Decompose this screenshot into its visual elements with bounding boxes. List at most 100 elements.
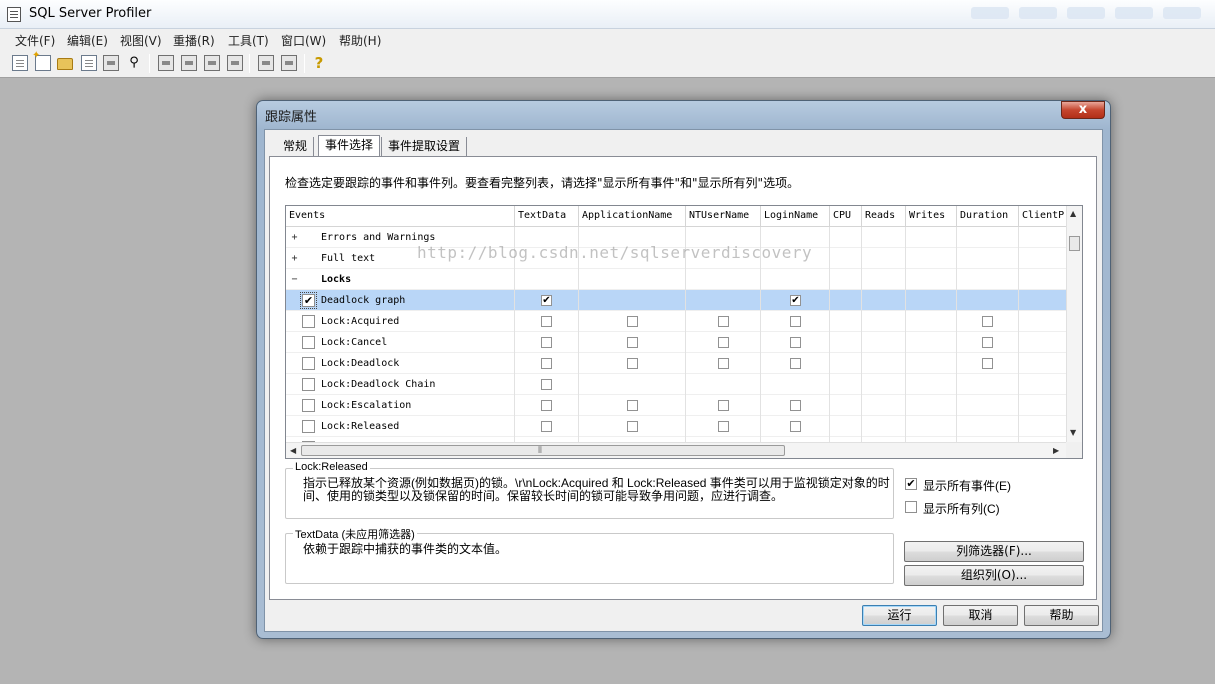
performance-monitor-icon[interactable] <box>281 55 297 71</box>
expand-icon[interactable]: + <box>290 233 299 243</box>
column-header[interactable]: Reads <box>862 206 906 226</box>
column-header[interactable]: CPU <box>830 206 862 226</box>
clear-window-icon[interactable] <box>227 55 243 71</box>
menu-help[interactable]: 帮助(H) <box>339 32 381 49</box>
event-category-row[interactable]: − Locks <box>286 269 1067 290</box>
event-checkbox[interactable] <box>302 357 315 370</box>
save-icon[interactable] <box>81 55 97 71</box>
tab-events-extraction[interactable]: 事件提取设置 <box>381 137 468 157</box>
activity-monitor-icon[interactable] <box>258 55 274 71</box>
column-checkbox[interactable]: ✔ <box>790 295 801 306</box>
column-checkbox[interactable] <box>627 337 638 348</box>
column-checkbox[interactable] <box>982 337 993 348</box>
column-checkbox[interactable]: ✔ <box>541 295 552 306</box>
column-checkbox[interactable] <box>718 421 729 432</box>
column-header[interactable]: LoginName <box>761 206 830 226</box>
column-checkbox[interactable] <box>541 358 552 369</box>
cancel-button[interactable]: 取消 <box>943 605 1018 626</box>
open-folder-icon[interactable] <box>57 58 73 70</box>
scroll-left-icon[interactable]: ◀ <box>290 446 296 455</box>
scroll-right-icon[interactable]: ▶ <box>1053 446 1059 455</box>
horizontal-scroll-thumb[interactable]: ⦀ <box>301 445 785 456</box>
show-all-columns-box[interactable] <box>905 501 917 513</box>
pause-trace-icon[interactable] <box>181 55 197 71</box>
column-checkbox[interactable] <box>790 421 801 432</box>
event-checkbox[interactable] <box>302 378 315 391</box>
column-checkbox[interactable] <box>790 400 801 411</box>
show-all-events-label[interactable]: 显示所有事件(E) <box>923 477 1011 494</box>
column-checkbox[interactable] <box>627 421 638 432</box>
menu-tools[interactable]: 工具(T) <box>228 32 269 49</box>
column-header[interactable]: Writes <box>906 206 957 226</box>
event-checkbox[interactable] <box>302 315 315 328</box>
vertical-scrollbar[interactable]: ▲ ▼ <box>1066 206 1082 443</box>
event-row[interactable]: Lock:Cancel <box>286 332 1067 353</box>
event-label: Lock:Released <box>321 421 400 432</box>
event-checkbox[interactable] <box>302 420 315 433</box>
column-checkbox[interactable] <box>541 421 552 432</box>
show-all-events-box[interactable]: ✔ <box>905 478 917 490</box>
column-checkbox[interactable] <box>718 400 729 411</box>
column-checkbox[interactable] <box>718 358 729 369</box>
event-row[interactable]: Lock:Escalation <box>286 395 1067 416</box>
event-checkbox[interactable] <box>302 399 315 412</box>
properties-icon[interactable] <box>103 55 119 71</box>
menu-view[interactable]: 视图(V) <box>120 32 162 49</box>
show-all-columns-label[interactable]: 显示所有列(C) <box>923 500 1000 517</box>
column-header[interactable]: Events <box>286 206 515 226</box>
run-trace-icon[interactable] <box>158 55 174 71</box>
tab-events-selection[interactable]: 事件选择 <box>318 135 381 157</box>
column-checkbox[interactable] <box>541 379 552 390</box>
event-category-row[interactable]: + Full text <box>286 248 1067 269</box>
column-checkbox[interactable] <box>627 358 638 369</box>
run-button[interactable]: 运行 <box>862 605 937 626</box>
event-row[interactable]: Lock:Released <box>286 416 1067 437</box>
menu-window[interactable]: 窗口(W) <box>281 32 326 49</box>
column-checkbox[interactable] <box>541 400 552 411</box>
column-header[interactable]: ApplicationName <box>579 206 686 226</box>
column-checkbox[interactable] <box>982 316 993 327</box>
event-row[interactable]: Lock:Acquired <box>286 311 1067 332</box>
scroll-up-icon[interactable]: ▲ <box>1070 209 1076 218</box>
event-checkbox[interactable] <box>302 336 315 349</box>
organize-columns-button[interactable]: 组织列(O)... <box>904 565 1084 586</box>
event-row[interactable]: Lock:Deadlock Chain <box>286 374 1067 395</box>
column-description-line: 依赖于跟踪中捕获的事件类的文本值。 <box>303 542 508 556</box>
new-template-icon[interactable] <box>32 50 51 71</box>
menu-file[interactable]: 文件(F) <box>15 32 55 49</box>
column-checkbox[interactable] <box>790 358 801 369</box>
column-checkbox[interactable] <box>718 316 729 327</box>
column-header[interactable]: TextData <box>515 206 579 226</box>
find-binoculars-icon[interactable]: ⚲ <box>126 55 142 71</box>
stop-trace-icon[interactable] <box>204 55 220 71</box>
column-filter-button[interactable]: 列筛选器(F)... <box>904 541 1084 562</box>
scroll-down-icon[interactable]: ▼ <box>1070 428 1076 437</box>
column-checkbox[interactable] <box>627 316 638 327</box>
event-checkbox[interactable]: ✔ <box>300 292 317 309</box>
help-button[interactable]: 帮助 <box>1024 605 1099 626</box>
column-checkbox[interactable] <box>718 337 729 348</box>
menu-edit[interactable]: 编辑(E) <box>67 32 108 49</box>
column-checkbox[interactable] <box>790 337 801 348</box>
column-header[interactable]: NTUserName <box>686 206 761 226</box>
expand-icon[interactable]: + <box>290 254 299 264</box>
tab-general[interactable]: 常规 <box>277 137 315 157</box>
event-row[interactable]: Lock:Deadlock <box>286 353 1067 374</box>
column-checkbox[interactable] <box>627 400 638 411</box>
help-icon[interactable]: ? <box>311 55 327 71</box>
menu-replay[interactable]: 重播(R) <box>173 32 215 49</box>
column-header[interactable]: Duration <box>957 206 1019 226</box>
collapse-icon[interactable]: − <box>290 275 299 285</box>
close-icon[interactable]: x <box>1061 101 1105 119</box>
column-checkbox[interactable] <box>982 358 993 369</box>
event-description-line: 间、使用的锁类型以及锁保留的时间。保留较长时间的锁可能导致争用问题，应进行调查。 <box>303 489 784 503</box>
vertical-scroll-thumb[interactable] <box>1069 236 1080 251</box>
column-checkbox[interactable] <box>541 337 552 348</box>
column-checkbox[interactable] <box>541 316 552 327</box>
column-checkbox[interactable] <box>790 316 801 327</box>
horizontal-scrollbar[interactable]: ◀ ⦀ ▶ <box>286 442 1067 458</box>
event-row[interactable]: ✔ ✔ ✔ Deadlock graph <box>286 290 1067 311</box>
new-trace-icon[interactable] <box>12 55 28 71</box>
column-header[interactable]: ClientP <box>1019 206 1067 226</box>
event-category-row[interactable]: + Errors and Warnings <box>286 227 1067 248</box>
